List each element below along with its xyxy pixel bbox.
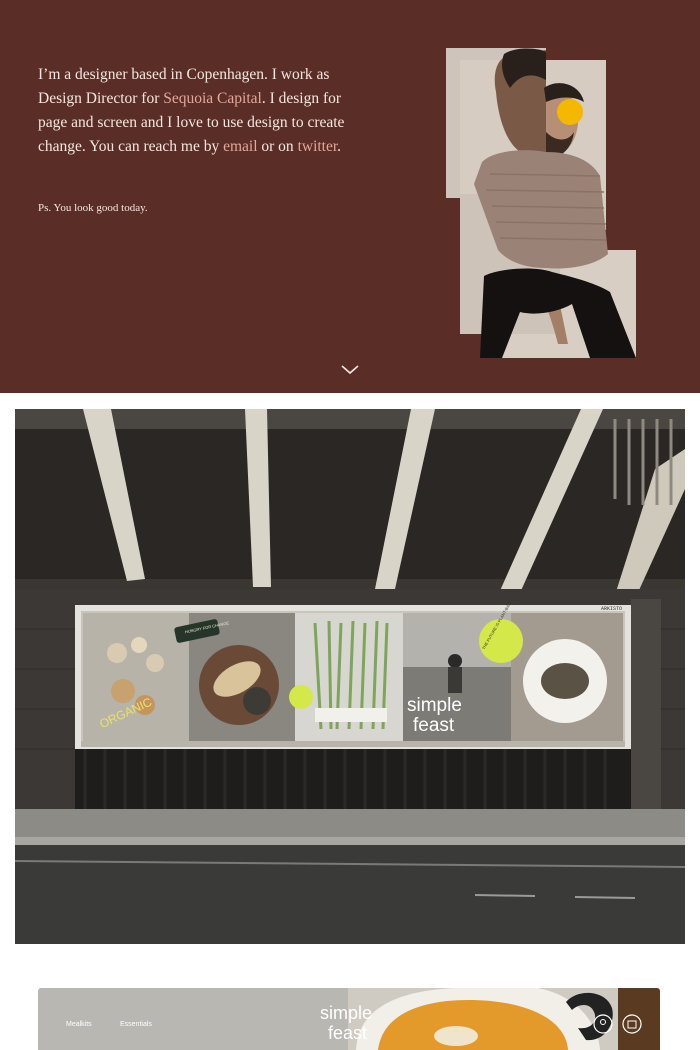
intro-text-3: or on (257, 138, 298, 155)
intro-text-4: . (337, 138, 342, 155)
billboard-photo[interactable]: HUNGRY FOR CHANGE ORGANIC THE FUTURE IS … (15, 409, 685, 944)
billboard-scene: HUNGRY FOR CHANGE ORGANIC THE FUTURE IS … (15, 409, 685, 944)
corner-tag: ARKISTO (601, 606, 622, 612)
nav-mealkits: Mealkits (66, 1021, 92, 1028)
nav-essentials: Essentials (120, 1021, 152, 1028)
mushroom-4 (111, 679, 135, 703)
plate-food (541, 663, 589, 699)
photo-person-body (448, 667, 462, 693)
small-bowl (243, 687, 271, 715)
preview-logo-line2: feast (328, 1023, 367, 1043)
twitter-link[interactable]: twitter (298, 138, 338, 155)
sidewalk (15, 809, 685, 839)
soup-dumpling (434, 1026, 478, 1046)
mushroom-2 (131, 637, 147, 653)
intro-paragraph: I’m a designer based in Copenhagen. I wo… (38, 63, 358, 159)
preview-logo-line1: simple (320, 1003, 372, 1023)
sequoia-link[interactable]: Sequoia Capital (163, 90, 262, 107)
pillar-right (631, 599, 661, 819)
fence (75, 749, 631, 811)
billboard-logo-line2: feast (413, 715, 455, 736)
mushroom-1 (107, 643, 127, 663)
ps-note: Ps. You look good today. (38, 202, 148, 214)
road (15, 845, 685, 944)
website-preview-scene: Mealkits Essentials simple feast (38, 988, 660, 1050)
accent-dot (557, 99, 583, 125)
billboard-lights (81, 741, 625, 747)
website-preview[interactable]: Mealkits Essentials simple feast (38, 988, 660, 1050)
chevron-down-icon[interactable] (340, 364, 360, 376)
billboard-logo-line1: simple (407, 695, 462, 716)
curb (15, 837, 685, 845)
hero-section: I’m a designer based in Copenhagen. I wo… (0, 0, 700, 393)
photo-person-head (448, 654, 462, 668)
preview-bg-left (38, 988, 348, 1050)
mushroom-3 (146, 654, 164, 672)
portrait-collage (446, 48, 636, 358)
lime-dot-bill (289, 685, 313, 709)
email-link[interactable]: email (223, 138, 257, 155)
